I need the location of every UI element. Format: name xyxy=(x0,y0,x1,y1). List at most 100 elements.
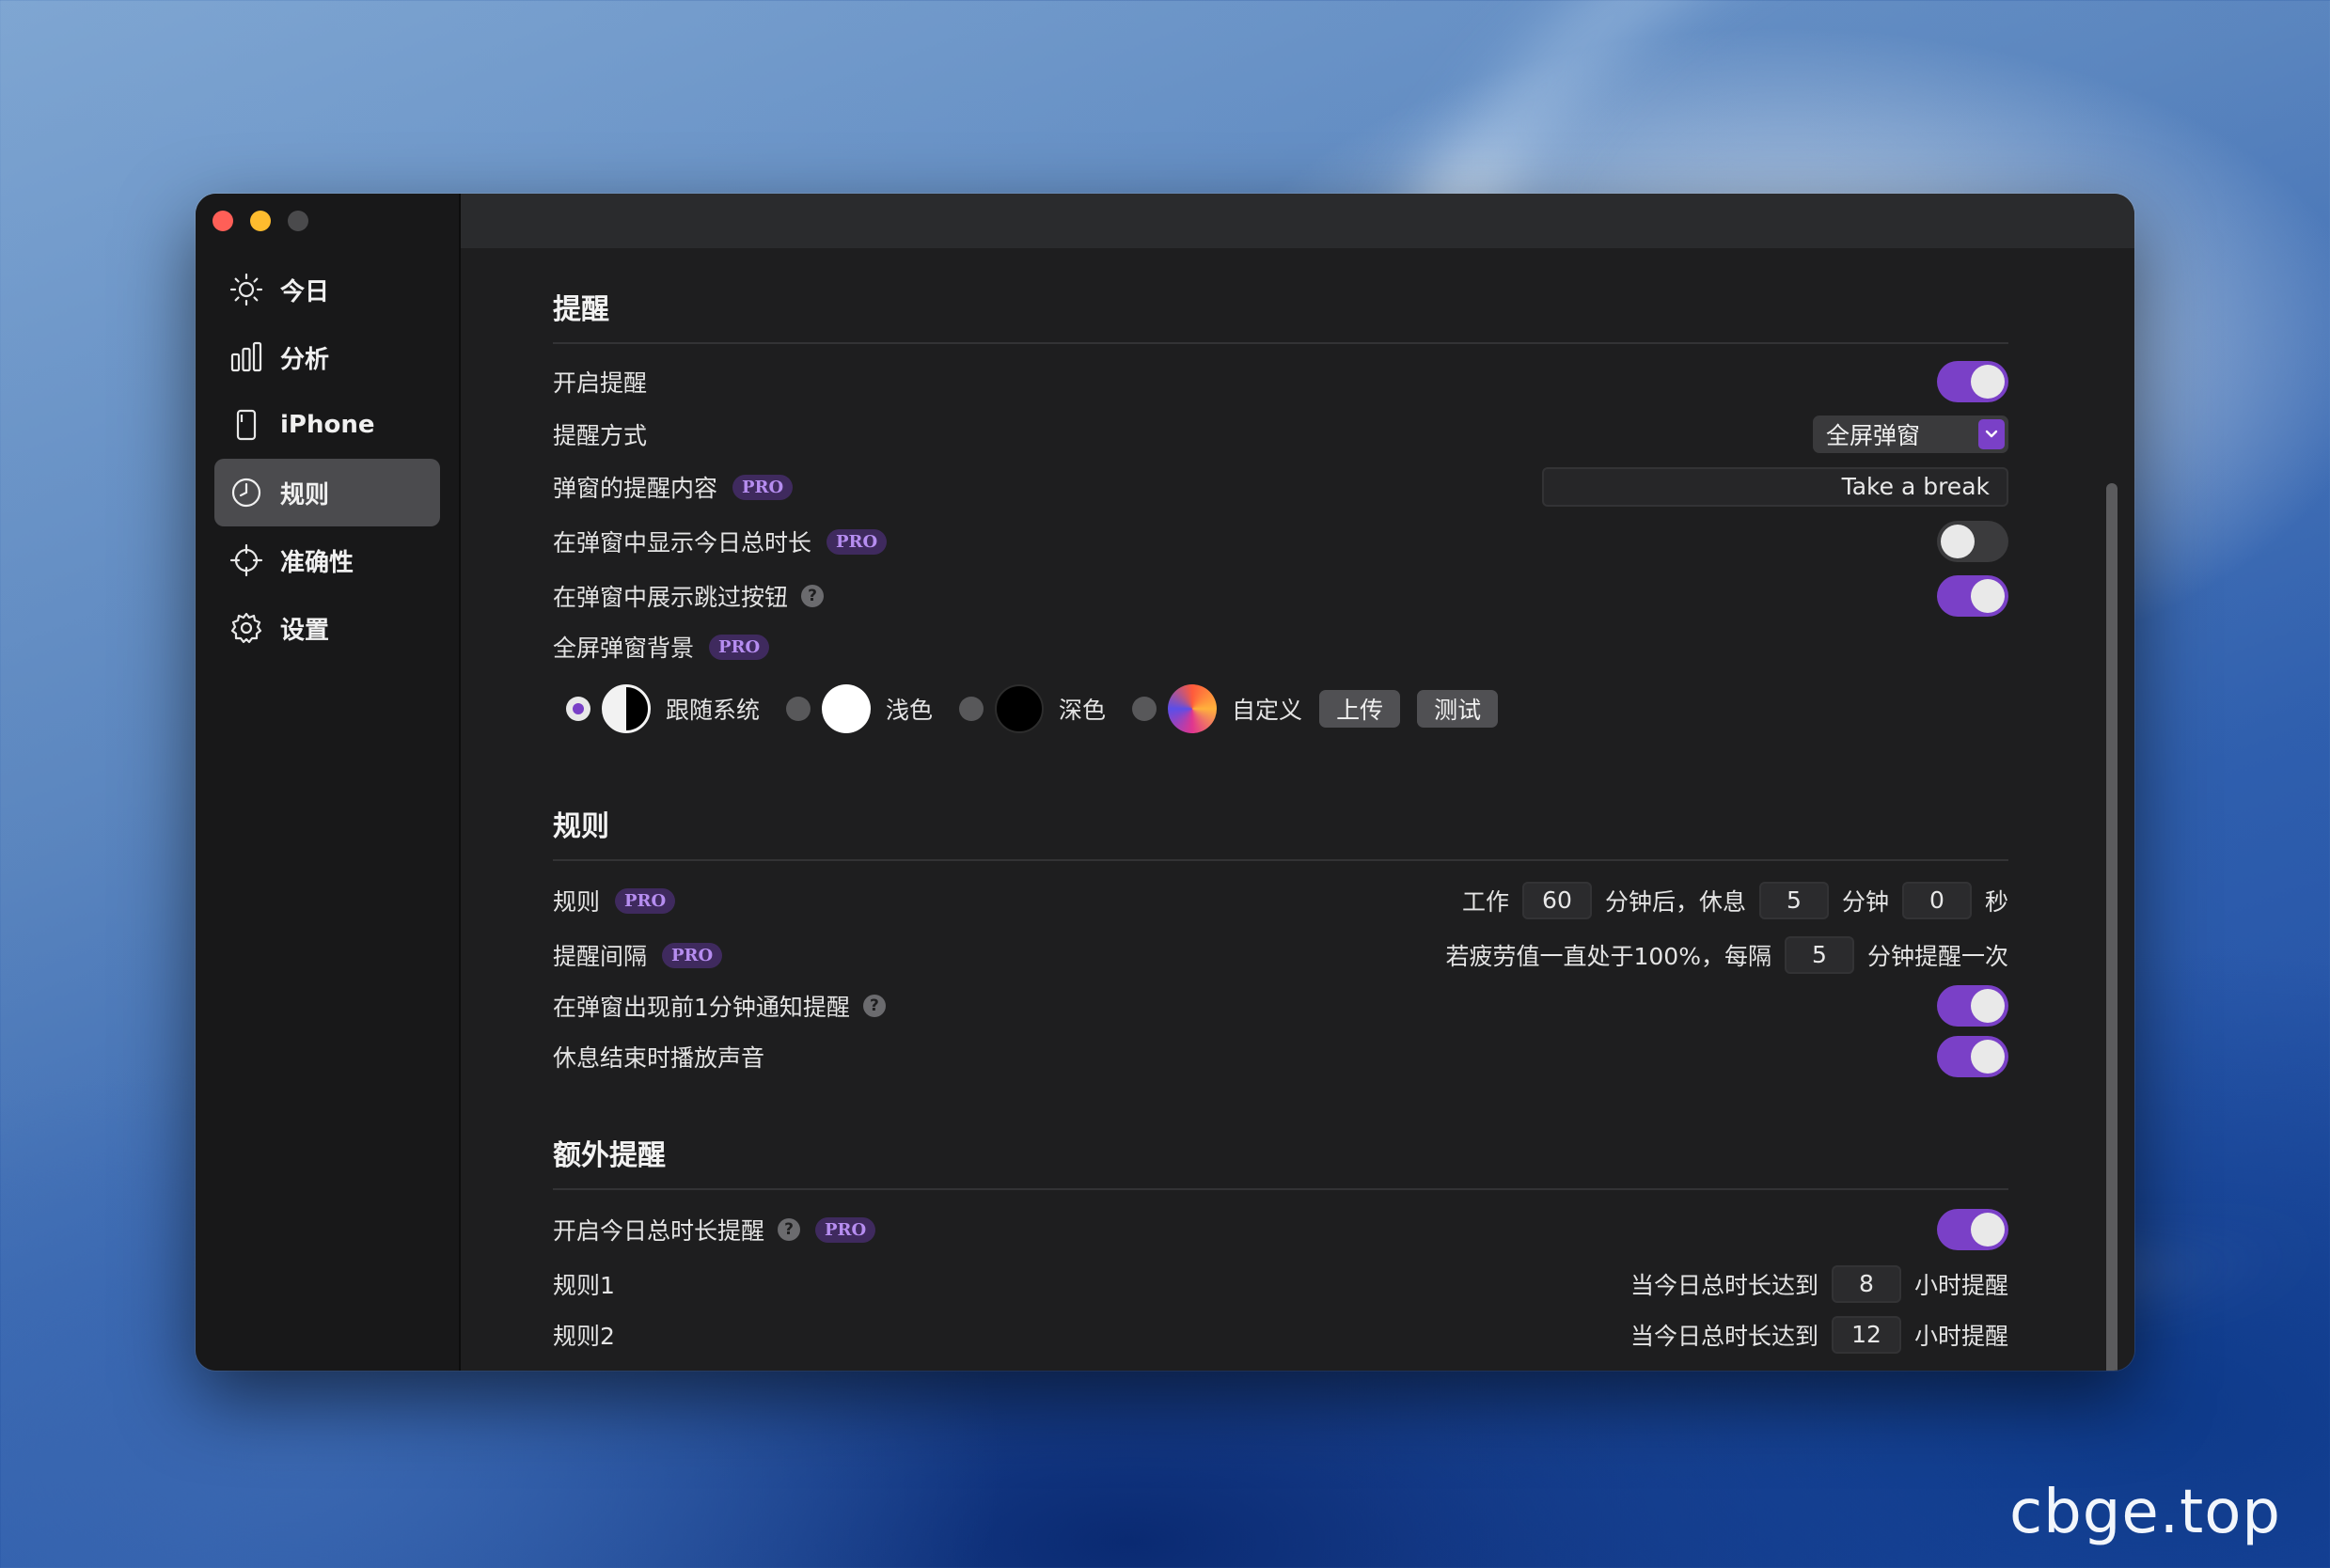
background-options: 跟随系统 浅色 深色 自定义 上传 测试 xyxy=(566,684,1515,733)
sidebar-item-today[interactable]: 今日 xyxy=(214,256,440,323)
rest-prefix: 分钟后，休息 xyxy=(1604,888,1746,916)
pro-badge: PRO xyxy=(662,942,723,968)
gear-icon xyxy=(228,609,265,647)
clock-icon xyxy=(228,474,265,511)
play-sound-toggle[interactable] xyxy=(1937,1036,2008,1077)
work-minutes-input[interactable]: 60 xyxy=(1521,882,1592,919)
row-show-total: 在弹窗中显示今日总时长 PRO xyxy=(553,521,2008,562)
row-enable-reminder: 开启提醒 xyxy=(553,361,2008,402)
interval-label: 提醒间隔 PRO xyxy=(553,938,723,972)
row-popup-content: 弹窗的提醒内容 PRO Take a break xyxy=(553,466,2008,508)
scrollbar[interactable] xyxy=(2106,483,2117,1371)
extra-rule-2-hours-input[interactable]: 12 xyxy=(1831,1316,1901,1354)
show-total-label: 在弹窗中显示今日总时长 PRO xyxy=(553,525,888,558)
row-notify-before: 在弹窗出现前1分钟通知提醒 ? xyxy=(553,985,2008,1027)
help-icon[interactable]: ? xyxy=(778,1218,801,1241)
bar-chart-icon xyxy=(228,338,265,376)
background-text: 全屏弹窗背景 xyxy=(553,635,695,662)
popup-content-label: 弹窗的提醒内容 PRO xyxy=(553,470,794,504)
rest-minutes-input[interactable]: 5 xyxy=(1758,882,1829,919)
test-button[interactable]: 测试 xyxy=(1417,690,1499,728)
sidebar-item-label: 分析 xyxy=(280,345,330,374)
sidebar-item-accuracy[interactable]: 准确性 xyxy=(214,526,440,594)
help-icon[interactable]: ? xyxy=(862,995,886,1017)
upload-button[interactable]: 上传 xyxy=(1319,690,1401,728)
sidebar-item-iphone[interactable]: iPhone xyxy=(214,391,440,459)
interval-minutes-input[interactable]: 5 xyxy=(1784,936,1854,974)
radio-custom[interactable] xyxy=(1132,697,1157,721)
rule-text: 规则 xyxy=(553,888,601,916)
work-prefix: 工作 xyxy=(1461,888,1509,916)
enable-total-toggle[interactable] xyxy=(1937,1209,2008,1250)
play-sound-label: 休息结束时播放声音 xyxy=(553,1044,765,1072)
seconds-unit: 秒 xyxy=(1984,888,2008,916)
option-label: 浅色 xyxy=(886,697,934,724)
dark-theme-swatch[interactable] xyxy=(995,684,1045,733)
sidebar: 今日 分析 iPhone 规则 准确性 设置 xyxy=(196,194,461,1371)
traffic-lights xyxy=(213,211,308,231)
notify-before-toggle[interactable] xyxy=(1937,985,2008,1027)
option-label: 跟随系统 xyxy=(666,697,761,724)
sidebar-item-label: 设置 xyxy=(280,616,330,645)
reminder-method-select[interactable]: 全屏弹窗 xyxy=(1813,416,2008,453)
sidebar-item-analysis[interactable]: 分析 xyxy=(214,323,440,391)
extra-rule-1-prefix: 当今日总时长达到 xyxy=(1629,1272,1818,1299)
minimize-button[interactable] xyxy=(250,211,271,231)
sidebar-item-label: 准确性 xyxy=(280,548,354,577)
pro-badge: PRO xyxy=(615,887,676,914)
skip-button-label: 在弹窗中展示跳过按钮 ? xyxy=(553,579,825,613)
row-play-sound: 休息结束时播放声音 xyxy=(553,1036,2008,1077)
scrollbar-thumb[interactable] xyxy=(2106,483,2117,1371)
rest-seconds-input[interactable]: 0 xyxy=(1901,882,1972,919)
sidebar-item-settings[interactable]: 设置 xyxy=(214,594,440,662)
minutes-unit: 分钟 xyxy=(1841,888,1889,916)
row-extra-rule-1: 规则1 当今日总时长达到 8 小时提醒 xyxy=(553,1263,2008,1305)
rule-label: 规则 PRO xyxy=(553,884,676,917)
extra-rule-1-hours-input[interactable]: 8 xyxy=(1831,1265,1901,1303)
enable-total-text: 开启今日总时长提醒 xyxy=(553,1217,765,1245)
pro-badge: PRO xyxy=(815,1216,876,1243)
sun-icon xyxy=(228,271,265,308)
radio-dark[interactable] xyxy=(959,697,984,721)
close-button[interactable] xyxy=(213,211,233,231)
extra-rule-1-label: 规则1 xyxy=(553,1272,615,1299)
sidebar-item-label: 今日 xyxy=(280,277,330,306)
settings-content: 提醒 开启提醒 提醒方式 全屏弹窗 弹窗的提醒内容 PRO Take a bre… xyxy=(461,248,2134,1371)
skip-button-toggle[interactable] xyxy=(1937,575,2008,617)
row-enable-total: 开启今日总时长提醒 ? PRO xyxy=(553,1209,2008,1250)
pro-badge: PRO xyxy=(827,528,888,555)
show-total-toggle[interactable] xyxy=(1937,521,2008,562)
enable-reminder-label: 开启提醒 xyxy=(553,369,648,397)
row-reminder-method: 提醒方式 全屏弹窗 xyxy=(553,414,2008,455)
sidebar-item-label: iPhone xyxy=(280,411,375,439)
zoom-button[interactable] xyxy=(288,211,308,231)
custom-theme-swatch[interactable] xyxy=(1168,684,1218,733)
popup-content-input[interactable]: Take a break xyxy=(1542,467,2008,507)
radio-follow-system[interactable] xyxy=(566,697,590,721)
enable-reminder-toggle[interactable] xyxy=(1937,361,2008,402)
extra-rule-2-prefix: 当今日总时长达到 xyxy=(1629,1323,1818,1350)
divider xyxy=(553,342,2008,344)
system-theme-swatch[interactable] xyxy=(602,684,651,733)
notify-before-text: 在弹窗出现前1分钟通知提醒 xyxy=(553,994,850,1021)
row-background: 全屏弹窗背景 PRO xyxy=(553,626,2008,667)
pro-badge: PRO xyxy=(709,634,770,660)
extra-rule-1-suffix: 小时提醒 xyxy=(1913,1272,2008,1299)
section-title-reminder: 提醒 xyxy=(553,293,609,326)
light-theme-swatch[interactable] xyxy=(822,684,872,733)
help-icon[interactable]: ? xyxy=(801,585,825,607)
section-title-extra: 额外提醒 xyxy=(553,1139,666,1172)
sidebar-item-rules[interactable]: 规则 xyxy=(214,459,440,526)
crosshair-icon xyxy=(228,541,265,579)
radio-light[interactable] xyxy=(786,697,811,721)
divider xyxy=(553,859,2008,861)
show-total-text: 在弹窗中显示今日总时长 xyxy=(553,529,812,557)
app-window: 今日 分析 iPhone 规则 准确性 设置 提醒 开启提醒 提醒方式 全屏弹窗… xyxy=(196,194,2134,1371)
interval-text: 提醒间隔 xyxy=(553,943,648,970)
skip-button-text: 在弹窗中展示跳过按钮 xyxy=(553,584,789,611)
interval-prefix: 若疲劳值一直处于100%，每隔 xyxy=(1445,943,1771,970)
background-label: 全屏弹窗背景 PRO xyxy=(553,630,770,664)
option-label: 自定义 xyxy=(1232,697,1303,724)
divider xyxy=(553,1188,2008,1190)
interval-suffix: 分钟提醒一次 xyxy=(1866,943,2008,970)
